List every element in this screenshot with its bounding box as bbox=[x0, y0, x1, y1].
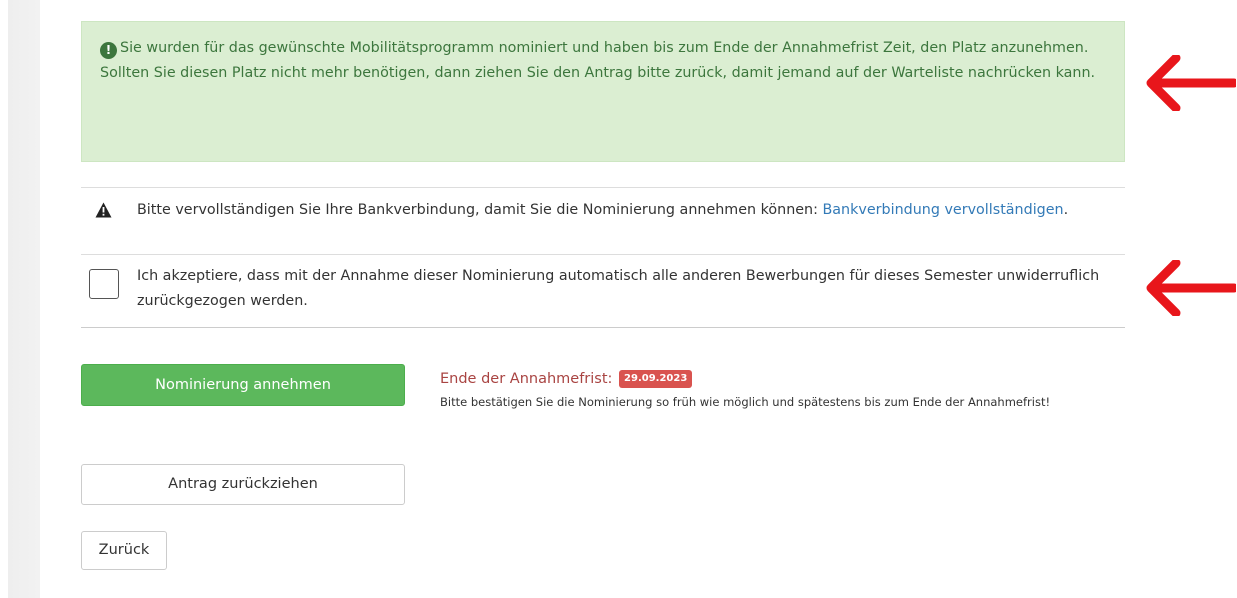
acceptance-text: Ich akzeptiere, dass mit der Annahme die… bbox=[137, 268, 1100, 309]
alert-text-1: Sie wurden für das gewünschte Mobilitäts… bbox=[120, 40, 1089, 56]
red-left-arrow-icon bbox=[1146, 260, 1236, 316]
left-sidebar-strip bbox=[0, 0, 40, 598]
deadline-title: Ende der Annahmefrist: bbox=[440, 371, 613, 387]
alert-line-2: Sollten Sie diesen Platz nicht mehr benö… bbox=[100, 65, 1096, 81]
nomination-success-alert: ! Sie wurden für das gewünschte Mobilität… bbox=[81, 21, 1125, 162]
accept-nomination-button[interactable]: Nominierung annehmen bbox=[81, 364, 405, 406]
back-button[interactable]: Zurück bbox=[81, 531, 167, 570]
acceptance-row: Ich akzeptiere, dass mit der Annahme die… bbox=[81, 254, 1125, 328]
bank-details-link[interactable]: Bankverbindung vervollständigen bbox=[822, 202, 1063, 218]
withdraw-application-button[interactable]: Antrag zurückziehen bbox=[81, 464, 405, 505]
deadline-info: Ende der Annahmefrist: 29.09.2023 Bitte … bbox=[440, 368, 1100, 412]
deadline-note: Bitte bestätigen Sie die Nominierung so … bbox=[440, 395, 1051, 409]
deadline-heading: Ende der Annahmefrist: 29.09.2023 bbox=[440, 368, 1100, 390]
acceptance-checkbox[interactable] bbox=[89, 269, 119, 299]
bank-notice-suffix: . bbox=[1063, 202, 1069, 218]
exclamation-circle-icon: ! bbox=[100, 42, 117, 59]
deadline-date-badge: 29.09.2023 bbox=[619, 370, 693, 388]
warning-triangle-icon bbox=[95, 202, 112, 218]
alert-line-1: ! Sie wurden für das gewünschte Mobilität… bbox=[100, 36, 1106, 61]
bank-notice-text: Bitte vervollständigen Sie Ihre Bankverb… bbox=[137, 202, 823, 218]
bank-details-notice: Bitte vervollständigen Sie Ihre Bankverb… bbox=[81, 187, 1125, 254]
red-left-arrow-icon bbox=[1146, 55, 1236, 111]
